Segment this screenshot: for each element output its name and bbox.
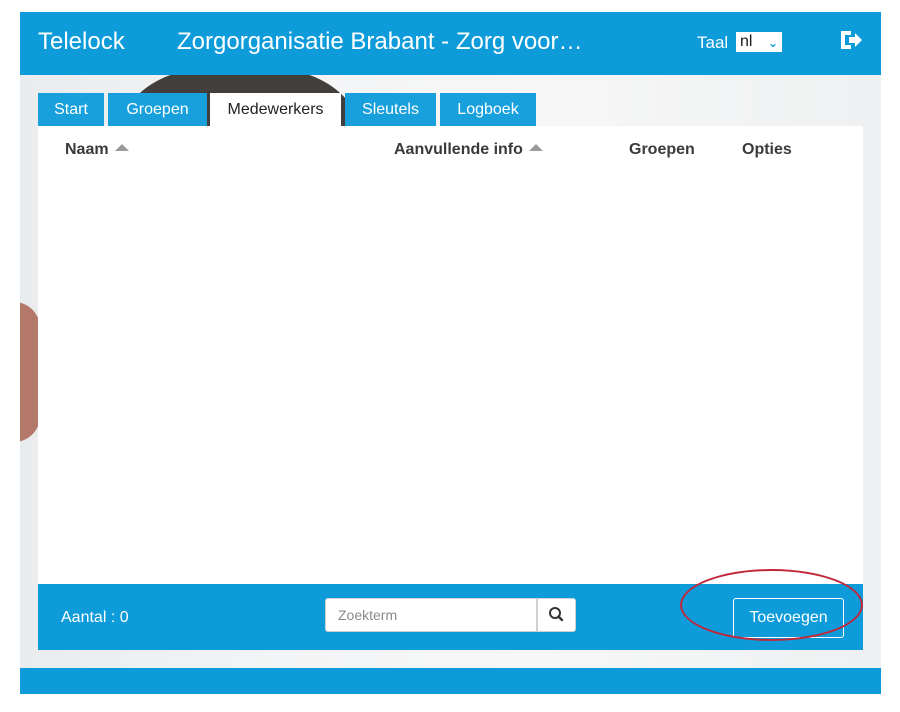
tab-label: Sleutels — [362, 101, 419, 118]
tab-label: Groepen — [126, 101, 189, 118]
background-photo-detail — [20, 302, 40, 442]
tab-start[interactable]: Start — [38, 93, 104, 126]
column-header-naam[interactable]: Naam — [65, 141, 129, 159]
brand-logo-text[interactable]: Telelock — [38, 28, 125, 56]
search-input[interactable] — [325, 598, 537, 632]
sign-out-icon[interactable] — [838, 28, 864, 52]
employees-table: Naam Aanvullende info Groepen Opties — [38, 126, 863, 584]
tab-sleutels[interactable]: Sleutels — [345, 93, 436, 126]
tab-label: Medewerkers — [227, 101, 324, 118]
tab-logboek[interactable]: Logboek — [440, 93, 536, 126]
tab-groepen[interactable]: Groepen — [108, 93, 207, 126]
column-label: Aanvullende info — [394, 141, 523, 158]
column-label: Naam — [65, 141, 109, 158]
tab-label: Logboek — [457, 101, 519, 118]
sort-up-icon — [114, 144, 129, 151]
record-count: Aantal : 0 — [61, 609, 129, 626]
chevron-down-icon: ⌄ — [767, 36, 778, 50]
search-button[interactable] — [537, 598, 576, 632]
top-header: Telelock Zorgorganisatie Brabant - Zorg … — [20, 12, 881, 75]
bottom-bar — [20, 668, 881, 694]
organization-title: Zorgorganisatie Brabant - Zorg voor… — [177, 28, 583, 55]
sort-up-icon — [528, 144, 543, 151]
language-select[interactable]: nl ⌄ — [736, 32, 782, 52]
column-header-aanvullende-info[interactable]: Aanvullende info — [394, 141, 543, 159]
column-header-groepen: Groepen — [629, 141, 695, 159]
search-icon — [549, 607, 564, 622]
annotation-circle — [680, 569, 863, 641]
column-label: Groepen — [629, 141, 695, 158]
language-label: Taal — [697, 33, 729, 52]
column-label: Opties — [742, 141, 792, 158]
tab-medewerkers[interactable]: Medewerkers — [210, 93, 341, 127]
language-value: nl — [740, 33, 753, 50]
column-header-opties: Opties — [742, 141, 792, 159]
tab-label: Start — [54, 101, 88, 118]
